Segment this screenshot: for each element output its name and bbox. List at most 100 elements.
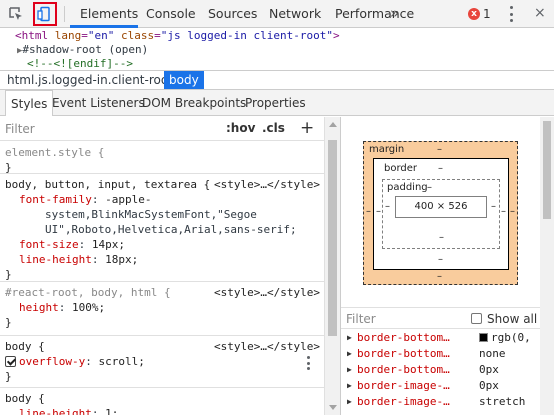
border-top-value[interactable]: – [438,163,443,174]
style-rule-element[interactable]: element.style { } [0,142,324,174]
margin-bottom-value[interactable]: – [437,271,442,282]
device-toggle-icon[interactable] [33,2,57,26]
tab-performance[interactable]: Performance [335,0,414,28]
styles-pane: Filter :hov .cls + element.style { } bod… [0,117,324,415]
tab-styles[interactable]: Styles [5,90,54,116]
error-count: 1 [483,7,491,21]
breadcrumb: html.js.logged-in.client-root body [0,70,554,90]
style-rules: element.style { } body, button, input, t… [0,142,324,415]
devtools-menu-icon[interactable] [509,6,513,22]
tab-sources[interactable]: Sources [208,0,257,28]
toolbar-separator [64,6,65,22]
styles-scrollbar[interactable] [324,117,340,415]
expand-triangle-icon[interactable]: ▶ [347,394,352,410]
close-devtools-icon[interactable]: × [534,5,546,21]
box-model-content[interactable]: 400 × 526 [395,196,487,218]
active-tab-indicator [70,25,138,28]
computed-pane: margin – – – – border – – – – padding – … [340,117,541,415]
rule-close: } [5,268,12,281]
padding-top-value[interactable]: – [427,182,432,193]
computed-property-row[interactable]: ▶ border-image-… 0px [341,378,541,394]
declaration-checkbox[interactable] [5,356,16,367]
rule-close: } [5,316,12,329]
margin-top-value[interactable]: – [437,144,442,155]
tab-console[interactable]: Console [146,0,196,28]
padding-right-value[interactable]: – [491,201,496,212]
computed-property-row[interactable]: ▶ border-image-… stretch [341,394,541,410]
rule-menu-icon[interactable] [306,356,310,370]
computed-property-row[interactable]: ▶ border-bottom… rgb(0, [341,330,541,346]
computed-filter-input[interactable]: Filter [346,312,376,326]
devtools-tabbar: Elements Console Sources Network Perform… [0,0,554,28]
margin-left-value[interactable]: – [366,206,371,217]
dom-node-shadow-root[interactable]: ▶#shadow-root (open) [17,43,148,57]
border-label: border [384,163,418,174]
dom-node-html[interactable]: <html lang="en" class="js logged-in clie… [15,29,340,43]
tab-dom-breakpoints[interactable]: DOM Breakpoints [142,90,246,116]
show-all-label[interactable]: Show all [487,312,537,326]
rule-close: } [5,370,12,383]
rule-selector: body { [5,392,45,405]
computed-property-row[interactable]: ▶ border-bottom… none [341,346,541,362]
styles-filter-row: Filter :hov .cls + [0,117,324,141]
rule-source-link[interactable]: <style>…</style> [214,177,320,192]
inspect-element-icon[interactable] [4,2,28,26]
error-icon: x [468,8,480,20]
declaration-continuation: system,BlinkMacSystemFont,"Segoe [45,208,257,221]
new-rule-button[interactable]: + [300,118,314,138]
computed-scrollbar-thumb[interactable] [543,121,551,219]
styles-filter-input[interactable]: Filter [5,122,35,136]
dom-node-comment[interactable]: <!--<![endif]--> [27,57,133,70]
padding-label: padding [387,182,428,193]
border-right-value[interactable]: – [501,206,506,217]
box-model-border[interactable]: border – – – – padding – – – – 400 × 526 [373,158,509,270]
rule-close: } [5,161,12,174]
border-bottom-value[interactable]: – [438,254,443,265]
scroll-up-arrow-icon[interactable] [329,122,337,127]
show-all-checkbox[interactable] [471,313,482,324]
declaration-continuation: UI",Roboto,Helvetica,Arial,sans-serif; [45,223,297,236]
tab-network[interactable]: Network [269,0,321,28]
margin-label: margin [369,144,405,155]
computed-properties: ▶ border-bottom… rgb(0, ▶ border-bottom…… [341,330,541,410]
style-rule-react-root[interactable]: #react-root, body, html { <style>…</styl… [0,282,324,336]
styles-scrollbar-thumb[interactable] [328,140,337,336]
padding-bottom-value[interactable]: – [439,232,444,243]
tab-elements[interactable]: Elements [80,0,138,28]
expand-triangle-icon[interactable]: ▶ [347,378,352,394]
computed-property-row[interactable]: ▶ border-bottom… 0px [341,362,541,378]
declaration[interactable]: font-size: 14px; [5,237,324,252]
declaration[interactable]: overflow-y: scroll; [5,354,324,369]
border-left-value[interactable]: – [376,206,381,217]
cls-button[interactable]: .cls [262,121,285,135]
tab-event-listeners[interactable]: Event Listeners [52,90,145,116]
expand-triangle-icon[interactable]: ▶ [347,346,352,362]
declaration[interactable]: line-height: 1; [5,406,324,415]
declaration[interactable]: font-family: -apple- [5,192,324,207]
scroll-down-arrow-icon[interactable] [329,405,337,410]
padding-left-value[interactable]: – [385,201,390,212]
style-rule-body-line-height[interactable]: body { line-height: 1; [0,388,324,415]
color-swatch-icon[interactable] [479,333,488,342]
box-model-margin[interactable]: margin – – – – border – – – – padding – … [363,141,518,285]
style-rule-body-inputs[interactable]: body, button, input, textarea { <style>…… [0,174,324,282]
expand-triangle-icon[interactable]: ▶ [347,362,352,378]
style-rule-body-overflow[interactable]: body { <style>…</style> overflow-y: scro… [0,336,324,388]
dom-tree: <html lang="en" class="js logged-in clie… [0,29,554,70]
rule-source-link[interactable]: <style>…</style> [214,339,320,354]
margin-right-value[interactable]: – [510,206,515,217]
computed-scrollbar[interactable] [540,117,554,415]
breadcrumb-body[interactable]: body [164,71,204,89]
error-counter[interactable]: x 1 [468,7,491,21]
hov-button[interactable]: :hov [226,121,255,135]
rule-source-link[interactable]: <style>…</style> [214,285,320,300]
declaration[interactable]: line-height: 18px; [5,252,324,267]
computed-filter-row: Filter Show all [341,307,541,329]
expand-triangle-icon[interactable]: ▶ [347,330,352,346]
box-model-padding[interactable]: padding – – – – 400 × 526 [382,179,500,249]
more-tabs-button[interactable]: » [390,0,399,28]
sidebar-tabs: Styles Event Listeners DOM Breakpoints P… [0,90,554,116]
breadcrumb-html[interactable]: html.js.logged-in.client-root [2,71,178,89]
declaration[interactable]: height: 100%; [5,300,324,315]
tab-properties[interactable]: Properties [245,90,306,116]
